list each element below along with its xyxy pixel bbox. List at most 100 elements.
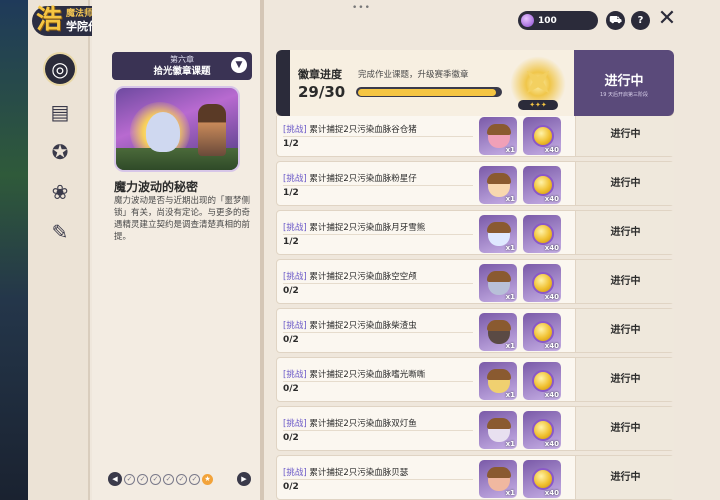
- pager-dot[interactable]: ✓: [137, 473, 148, 485]
- close-button[interactable]: ✕: [656, 8, 678, 30]
- reward-quantity: x40: [544, 244, 559, 252]
- task-row[interactable]: [挑战] 累计捕捉2只污染血脉空空颅 0/2 x1 x40 进行中: [276, 259, 674, 304]
- acorn-icon: [487, 369, 511, 393]
- reward-creature-item[interactable]: x1: [479, 215, 517, 253]
- task-status: 进行中: [575, 407, 674, 450]
- coin-icon: [532, 468, 554, 490]
- task-tag: [挑战]: [283, 272, 307, 282]
- task-status: 进行中: [575, 358, 674, 401]
- wizard-character: [198, 104, 226, 156]
- task-progress: 1/2: [283, 237, 299, 247]
- reward-quantity: x40: [544, 195, 559, 203]
- reward-coin-item[interactable]: x40: [523, 117, 561, 155]
- acorn-icon: [487, 173, 511, 197]
- coin-icon: [532, 223, 554, 245]
- paw-icon: ❀: [51, 180, 69, 204]
- task-progress: 0/2: [283, 433, 299, 443]
- reward-coin-item[interactable]: x40: [523, 166, 561, 204]
- pager-dot-current[interactable]: ★: [202, 473, 213, 485]
- progress-count: 29/30: [298, 83, 346, 101]
- help-button[interactable]: ?: [631, 11, 650, 30]
- acorn-icon: [487, 124, 511, 148]
- progress-title: 徽章进度: [298, 68, 342, 81]
- task-text: 累计捕捉2只污染血脉粉星仔: [309, 174, 417, 184]
- reward-coin-item[interactable]: x40: [523, 411, 561, 449]
- task-description: [挑战] 累计捕捉2只污染血脉粉星仔: [283, 172, 417, 184]
- shop-button[interactable]: ⛟: [606, 11, 625, 30]
- reward-quantity: x1: [505, 146, 515, 154]
- task-text: 累计捕捉2只污染血脉嗜光嘶嘶: [309, 370, 426, 380]
- reward-quantity: x1: [505, 244, 515, 252]
- gem-icon: [521, 14, 534, 27]
- pager-dot[interactable]: ✓: [176, 473, 187, 485]
- reward-creature-item[interactable]: x1: [479, 166, 517, 204]
- reward-coin-item[interactable]: x40: [523, 460, 561, 498]
- quest-description: 魔力波动是否与近期出现的「噩梦侧锁」有关，尚没有定论。与更多的奇遇精灵建立契约是…: [114, 196, 251, 242]
- reward-coin-item[interactable]: x40: [523, 362, 561, 400]
- acorn-icon: [487, 222, 511, 246]
- reward-creature-item[interactable]: x1: [479, 117, 517, 155]
- task-text: 累计捕捉2只污染血脉谷仓猪: [309, 125, 417, 135]
- nav-compass-button[interactable]: ◎: [45, 54, 75, 84]
- drag-handle[interactable]: •••: [352, 3, 371, 13]
- reward-coin-item[interactable]: x40: [523, 215, 561, 253]
- task-row[interactable]: [挑战] 累计捕捉2只污染血脉粉星仔 1/2 x1 x40 进行中: [276, 161, 674, 206]
- next-page-button[interactable]: ▶: [237, 472, 251, 486]
- task-progress: 0/2: [283, 335, 299, 345]
- task-description: [挑战] 累计捕捉2只污染血脉谷仓猪: [283, 123, 417, 135]
- task-status: 进行中: [575, 309, 674, 352]
- task-row[interactable]: [挑战] 累计捕捉2只污染血脉谷仓猪 1/2 x1 x40 进行中: [276, 116, 674, 157]
- reward-quantity: x40: [544, 293, 559, 301]
- task-description: [挑战] 累计捕捉2只污染血脉柴渣虫: [283, 319, 417, 331]
- task-row[interactable]: [挑战] 累计捕捉2只污染血脉月牙雪熊 1/2 x1 x40 进行中: [276, 210, 674, 255]
- nav-badge-button[interactable]: ✪: [44, 136, 76, 168]
- badge-icon: ✪: [51, 140, 69, 164]
- season-medal[interactable]: ✦✦✦: [506, 54, 570, 114]
- reward-creature-item[interactable]: x1: [479, 313, 517, 351]
- pager-dot[interactable]: ✓: [163, 473, 174, 485]
- task-progress: 0/2: [283, 384, 299, 394]
- nav-tag-button[interactable]: ✎: [44, 216, 76, 248]
- task-text: 累计捕捉2只污染血脉月牙雪熊: [309, 223, 426, 233]
- task-description: [挑战] 累计捕捉2只污染血脉月牙雪熊: [283, 221, 425, 233]
- task-row[interactable]: [挑战] 累计捕捉2只污染血脉柴渣虫 0/2 x1 x40 进行中: [276, 308, 674, 353]
- book-spine: [260, 0, 264, 500]
- task-status: 进行中: [575, 211, 674, 254]
- reward-quantity: x40: [544, 440, 559, 448]
- nav-paw-button[interactable]: ❀: [44, 176, 76, 208]
- prev-page-button[interactable]: ◀: [108, 472, 122, 486]
- task-tag: [挑战]: [283, 125, 307, 135]
- reward-creature-item[interactable]: x1: [479, 460, 517, 498]
- task-tag: [挑战]: [283, 370, 307, 380]
- task-tag: [挑战]: [283, 468, 307, 478]
- reward-quantity: x1: [505, 293, 515, 301]
- task-description: [挑战] 累计捕捉2只污染血脉嗜光嘶嘶: [283, 368, 425, 380]
- reward-creature-item[interactable]: x1: [479, 264, 517, 302]
- side-nav: ◎ ▤ ✪ ❀ ✎: [28, 0, 90, 500]
- reward-quantity: x40: [544, 146, 559, 154]
- task-description: [挑战] 累计捕捉2只污染血脉双灯鱼: [283, 417, 417, 429]
- task-progress: 1/2: [283, 188, 299, 198]
- reward-coin-item[interactable]: x40: [523, 313, 561, 351]
- reward-quantity: x40: [544, 391, 559, 399]
- reward-creature-item[interactable]: x1: [479, 411, 517, 449]
- reward-coin-item[interactable]: x40: [523, 264, 561, 302]
- coin-icon: [532, 321, 554, 343]
- nav-scroll-button[interactable]: ▤: [44, 96, 76, 128]
- task-row[interactable]: [挑战] 累计捕捉2只污染血脉双灯鱼 0/2 x1 x40 进行中: [276, 406, 674, 451]
- tag-icon: ✎: [51, 220, 69, 244]
- logo-icon: 浩: [36, 5, 63, 35]
- task-tag: [挑战]: [283, 321, 307, 331]
- task-status: 进行中: [575, 116, 674, 156]
- task-description: [挑战] 累计捕捉2只污染血脉贝瑟: [283, 466, 408, 478]
- task-row[interactable]: [挑战] 累计捕捉2只污染血脉嗜光嘶嘶 0/2 x1 x40 进行中: [276, 357, 674, 402]
- cart-icon: ⛟: [609, 15, 622, 26]
- reward-quantity: x1: [505, 391, 515, 399]
- task-row[interactable]: [挑战] 累计捕捉2只污染血脉贝瑟 0/2 x1 x40 进行中: [276, 455, 674, 500]
- chevron-down-icon[interactable]: ▼: [231, 57, 247, 73]
- acorn-icon: [487, 320, 511, 344]
- reward-creature-item[interactable]: x1: [479, 362, 517, 400]
- pager-dot[interactable]: ✓: [124, 473, 135, 485]
- pager-dot[interactable]: ✓: [150, 473, 161, 485]
- pager-dot[interactable]: ✓: [189, 473, 200, 485]
